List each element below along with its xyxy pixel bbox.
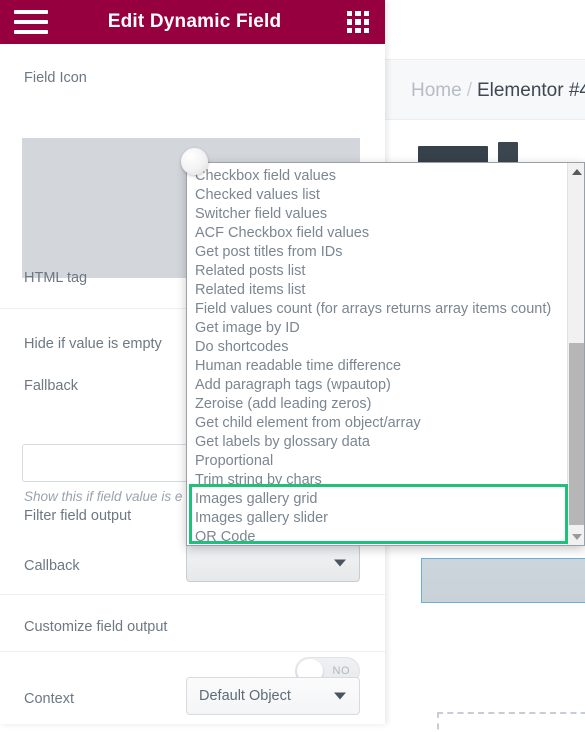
scroll-down-arrow-icon[interactable] [568, 528, 584, 545]
panel-header: Edit Dynamic Field [0, 0, 385, 44]
dropdown-option[interactable]: Checked values list [187, 186, 568, 205]
fallback-label: Fallback [24, 378, 78, 394]
dropdown-option[interactable]: Images gallery grid [187, 490, 568, 509]
dropdown-option[interactable]: Trim string by chars [187, 471, 568, 490]
breadcrumb: Home / Elementor #4 [411, 80, 585, 102]
toggle-state-label: NO [332, 665, 350, 677]
page-dashed-drop-area [437, 712, 585, 732]
context-select-value: Default Object [199, 688, 291, 704]
callback-options-dropdown[interactable]: Checkbox field values Checked values list… [186, 162, 585, 546]
dropdown-option[interactable]: Get labels by glossary data [187, 433, 568, 452]
breadcrumb-current-page: Elementor #4 [476, 80, 585, 101]
dropdown-option[interactable]: Images gallery slider [187, 509, 568, 528]
dropdown-option[interactable]: Add paragraph tags (wpautop) [187, 376, 568, 395]
panel-title: Edit Dynamic Field [107, 11, 282, 32]
dropdown-option[interactable]: Human readable time difference [187, 357, 568, 376]
dropdown-option[interactable]: Get child element from object/array [187, 414, 568, 433]
chevron-down-icon [334, 559, 346, 567]
dropdown-option[interactable]: QR Code [187, 528, 568, 545]
dropdown-option[interactable]: Get post titles from IDs [187, 243, 568, 262]
dropdown-option[interactable]: Proportional [187, 452, 568, 471]
dropdown-option[interactable]: Zeroise (add leading zeros) [187, 395, 568, 414]
customize-field-output-label: Customize field output [24, 619, 168, 635]
field-icon-label: Field Icon [24, 70, 87, 86]
page-selected-element-box[interactable] [421, 558, 585, 603]
dropdown-option[interactable]: Switcher field values [187, 205, 568, 224]
callback-label: Callback [24, 558, 80, 574]
hide-if-empty-label: Hide if value is empty [24, 336, 162, 352]
callback-select[interactable] [186, 544, 360, 582]
scroll-up-arrow-icon[interactable] [568, 163, 584, 180]
dropdown-option[interactable]: Related posts list [187, 262, 568, 281]
dropdown-option[interactable]: ACF Checkbox field values [187, 224, 568, 243]
dropdown-option[interactable]: Related items list [187, 281, 568, 300]
section-divider-2 [0, 594, 385, 595]
context-select[interactable]: Default Object [186, 677, 360, 715]
scrollbar-thumb[interactable] [569, 343, 584, 525]
dropdown-option[interactable]: Do shortcodes [187, 338, 568, 357]
chevron-down-icon [334, 692, 346, 700]
dropdown-option[interactable]: Field values count (for arrays returns a… [187, 300, 568, 319]
filter-field-output-label: Filter field output [24, 508, 132, 524]
dropdown-option[interactable]: Checkbox field values [187, 167, 568, 186]
screen-root: Home / Elementor #4 Edit Dynamic Field Fie… [0, 0, 585, 732]
fallback-helper-text: Show this if field value is e [24, 489, 183, 504]
page-dark-bar-secondary [498, 142, 518, 163]
section-divider-3 [0, 651, 385, 652]
grid-apps-icon[interactable] [347, 11, 369, 33]
dropdown-option[interactable]: Get image by ID [187, 319, 568, 338]
breadcrumb-home-link[interactable]: Home [411, 80, 462, 101]
page-dark-bar-primary [418, 146, 488, 163]
callback-options-list[interactable]: Checkbox field values Checked values list… [187, 163, 568, 545]
html-tag-label: HTML tag [24, 270, 88, 286]
breadcrumb-separator: / [466, 80, 472, 101]
cursor-indicator [181, 148, 208, 175]
context-label: Context [24, 691, 74, 707]
dropdown-scrollbar[interactable] [567, 163, 584, 545]
